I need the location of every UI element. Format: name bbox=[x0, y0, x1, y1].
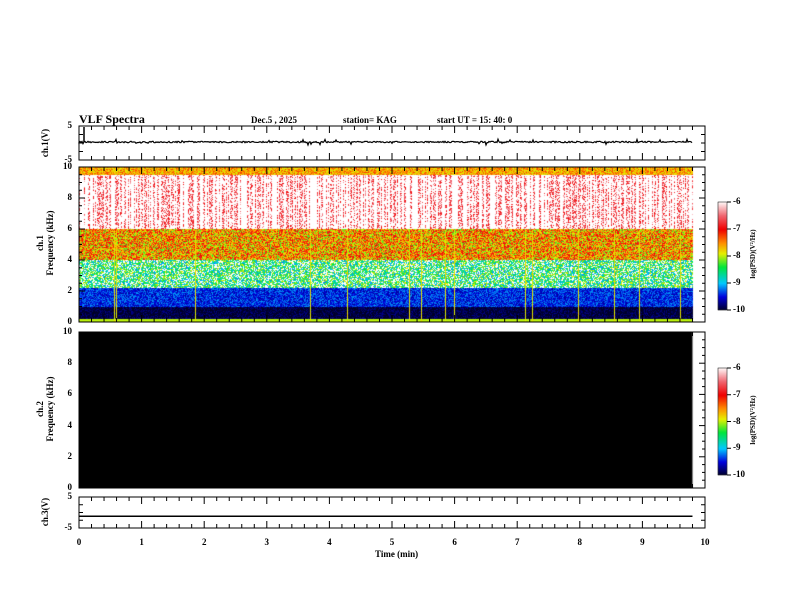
station-label: station= KAG bbox=[343, 115, 397, 125]
axes-svg bbox=[78, 125, 731, 529]
xtick-label: 9 bbox=[640, 537, 645, 547]
colorbar2-label: log(PSD)(V²/Hz) bbox=[749, 395, 757, 445]
xtick-label: 8 bbox=[577, 537, 583, 547]
colorbar-tick-label: -10 bbox=[733, 304, 745, 314]
spec2-ytick-label: 8 bbox=[67, 357, 73, 368]
spec2-ytick-label: 6 bbox=[67, 388, 73, 399]
panel-frame-3 bbox=[78, 331, 706, 489]
spec1-channel-label: ch.1 bbox=[35, 235, 45, 251]
colorbar-1 bbox=[717, 201, 728, 311]
xtick-label: 10 bbox=[700, 537, 710, 547]
colorbar-tick-label: -7 bbox=[733, 388, 741, 399]
ch1-ylabel: ch.1(V) bbox=[40, 128, 50, 158]
xtick-label: 6 bbox=[452, 537, 457, 547]
spec2-ylabel: Frequency (kHz) bbox=[45, 376, 55, 442]
date-label: Dec.5 , 2025 bbox=[251, 115, 297, 125]
colorbar-tick-label: -7 bbox=[733, 223, 741, 233]
xtick-label: 7 bbox=[514, 537, 520, 547]
colorbar-tick-label: -6 bbox=[733, 196, 741, 206]
spec1-ytick-label: 2 bbox=[67, 285, 73, 295]
plot-title: VLF Spectra bbox=[79, 112, 145, 126]
xtick-label: 1 bbox=[139, 537, 144, 547]
spec1-ylabel: Frequency (kHz) bbox=[45, 210, 55, 276]
colorbar1-label: log(PSD)(V²/Hz) bbox=[749, 229, 757, 279]
spec2-ytick-label: 4 bbox=[67, 419, 73, 430]
xtick-label: 5 bbox=[389, 537, 395, 547]
ch1-waveform bbox=[78, 137, 693, 147]
colorbar-tick-label: -10 bbox=[733, 469, 745, 479]
ch1-ytick-label: 5 bbox=[67, 120, 73, 130]
spec1-ytick-label: 8 bbox=[67, 192, 73, 202]
xtick-label: 4 bbox=[327, 537, 332, 547]
panel-frame-2 bbox=[78, 166, 706, 323]
xtick-label: 3 bbox=[264, 537, 270, 547]
colorbar-tick-label: -9 bbox=[733, 442, 741, 453]
spec1-ytick-label: 0 bbox=[67, 316, 73, 326]
ch3-ylabel: ch.3(V) bbox=[40, 497, 50, 527]
spec1-ytick-label: 4 bbox=[67, 254, 73, 264]
ch4-ytick-label: -5 bbox=[64, 522, 73, 532]
xaxis-label: Time (min) bbox=[375, 549, 419, 559]
spec2-ytick-label: 2 bbox=[67, 450, 73, 461]
colorbar-tick-label: -8 bbox=[733, 250, 741, 260]
colorbar-2 bbox=[717, 367, 728, 476]
spec2-ytick-label: 10 bbox=[63, 326, 72, 336]
spec2-ytick-label: 0 bbox=[67, 482, 73, 492]
spec1-ytick-label: 10 bbox=[63, 161, 72, 171]
spec1-ytick-label: 6 bbox=[67, 223, 73, 233]
spec2-channel-label: ch.2 bbox=[35, 401, 45, 417]
xtick-label: 2 bbox=[201, 537, 207, 547]
colorbar-tick-label: -6 bbox=[733, 362, 741, 372]
ch4-ytick-label: 5 bbox=[67, 491, 73, 501]
colorbar-tick-label: -9 bbox=[733, 277, 741, 287]
colorbar-tick-label: -8 bbox=[733, 415, 741, 426]
xtick-label: 0 bbox=[76, 537, 82, 547]
start-time-label: start UT = 15: 40: 0 bbox=[437, 115, 513, 125]
